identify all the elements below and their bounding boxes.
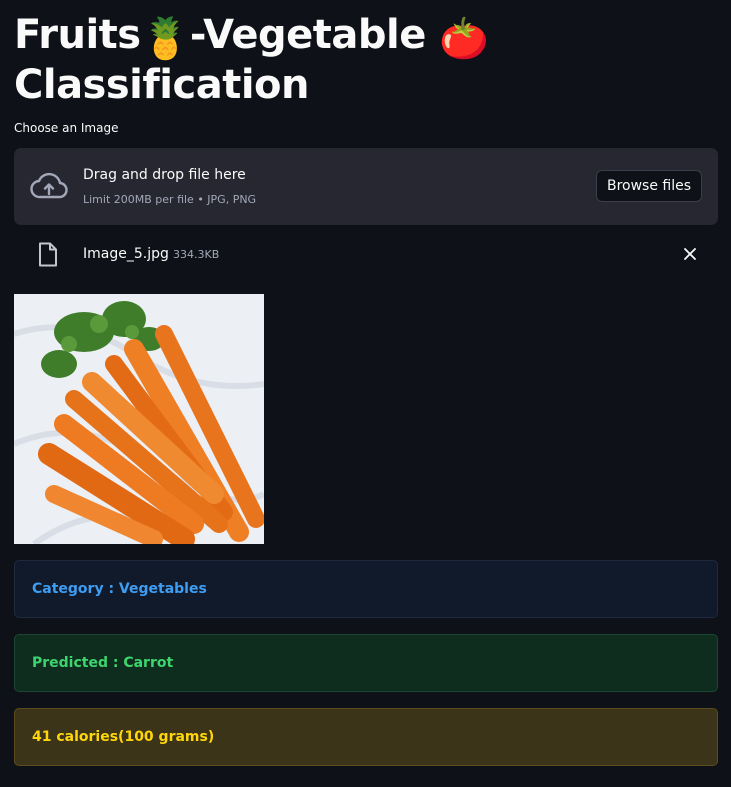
title-text-classification: Classification [14, 62, 310, 108]
category-alert: Category : Vegetables [14, 560, 718, 618]
title-text-vegetable: -Vegetable [189, 12, 426, 58]
category-text: Category : Vegetables [32, 581, 207, 597]
uploader-label: Choose an Image [14, 121, 119, 135]
cloud-upload-icon [30, 172, 68, 199]
title-text-fruits: Fruits [14, 12, 141, 58]
page-title: Fruits🍍-Vegetable 🍅 Classification [14, 12, 714, 108]
pineapple-icon: 🍍 [140, 16, 191, 62]
browse-files-button[interactable]: Browse files [596, 170, 702, 202]
calories-text: 41 calories(100 grams) [32, 729, 215, 745]
calories-alert: 41 calories(100 grams) [14, 708, 718, 766]
tomato-icon: 🍅 [439, 16, 489, 62]
close-icon[interactable] [680, 244, 700, 264]
uploaded-image [14, 294, 264, 544]
file-icon [39, 242, 57, 267]
prediction-alert: Predicted : Carrot [14, 634, 718, 692]
file-size: 334.3KB [173, 248, 220, 261]
prediction-text: Predicted : Carrot [32, 655, 174, 671]
dropzone-limit-text: Limit 200MB per file • JPG, PNG [83, 193, 257, 206]
file-name: Image_5.jpg [83, 246, 169, 262]
file-dropzone[interactable]: Drag and drop file here Limit 200MB per … [14, 148, 718, 225]
uploaded-file-row: Image_5.jpg 334.3KB [14, 238, 718, 270]
dropzone-title: Drag and drop file here [83, 167, 246, 183]
